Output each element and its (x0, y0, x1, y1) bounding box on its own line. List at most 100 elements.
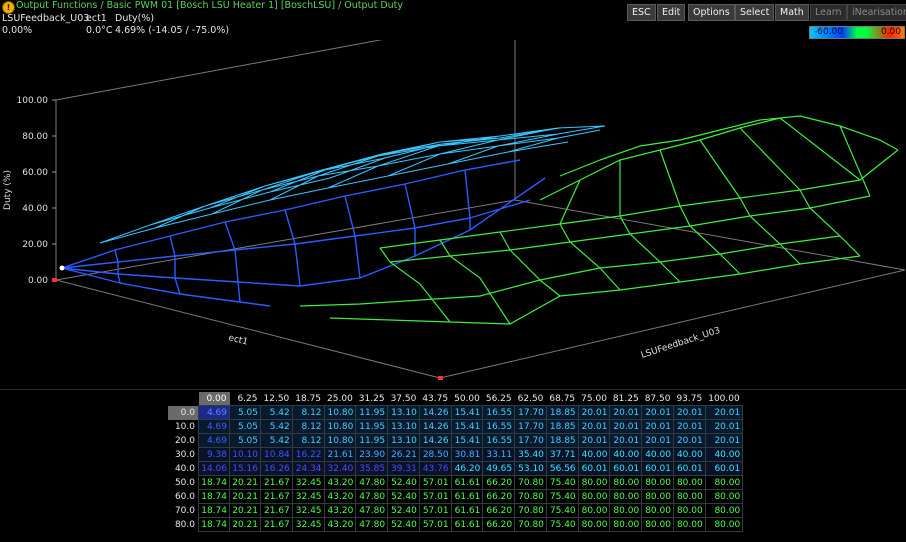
table-cell[interactable]: 18.74 (198, 475, 230, 490)
table-cell[interactable]: 20.21 (229, 489, 261, 504)
table-cell[interactable]: 11.95 (355, 405, 389, 420)
table-cell[interactable]: 20.01 (704, 405, 744, 420)
table-cell[interactable]: 47.80 (355, 503, 389, 518)
table-cell[interactable]: 11.95 (355, 433, 389, 448)
row-header[interactable]: 70.0 (168, 504, 199, 518)
column-header[interactable]: 100.00 (705, 392, 743, 406)
column-header[interactable]: 68.75 (546, 392, 578, 406)
table-cell[interactable]: 57.01 (418, 503, 452, 518)
table-cell[interactable]: 20.01 (609, 433, 643, 448)
table-cell[interactable]: 70.80 (514, 517, 547, 532)
table-cell[interactable]: 28.50 (418, 447, 452, 462)
table-cell[interactable]: 20.01 (672, 405, 706, 420)
column-header[interactable]: 81.25 (610, 392, 642, 406)
table-cell[interactable]: 14.26 (418, 433, 452, 448)
table-cell[interactable]: 5.42 (260, 433, 293, 448)
table-cell[interactable]: 75.40 (545, 517, 579, 532)
table-cell[interactable]: 80.00 (641, 517, 674, 532)
table-cell[interactable]: 35.85 (355, 461, 389, 476)
table-cell[interactable]: 13.10 (387, 433, 420, 448)
column-header[interactable]: 56.25 (483, 392, 515, 406)
column-header[interactable]: 18.75 (292, 392, 324, 406)
table-cell[interactable]: 16.55 (482, 405, 516, 420)
table-cell[interactable]: 16.26 (260, 461, 293, 476)
table-cell[interactable]: 80.00 (641, 475, 674, 490)
edit-button[interactable]: Edit (657, 4, 686, 21)
table-cell[interactable]: 4.69 (198, 405, 230, 420)
table-cell[interactable]: 80.00 (641, 489, 674, 504)
table-cell[interactable]: 20.01 (577, 419, 611, 434)
table-cell[interactable]: 43.76 (418, 461, 452, 476)
surface-3d-plot[interactable]: 100.00 80.00 60.00 40.00 20.00 0.00 Duty… (0, 40, 906, 389)
table-cell[interactable]: 20.01 (672, 433, 706, 448)
table-cell[interactable]: 18.74 (198, 517, 230, 532)
table-cell[interactable]: 32.45 (291, 517, 325, 532)
table-cell[interactable]: 49.65 (482, 461, 516, 476)
table-cell[interactable]: 80.00 (577, 517, 611, 532)
table-cell[interactable]: 60.01 (704, 461, 744, 476)
table-cell[interactable]: 80.00 (577, 503, 611, 518)
table-cell[interactable]: 17.70 (514, 405, 547, 420)
row-header[interactable]: 40.0 (168, 462, 199, 476)
table-cell[interactable]: 20.21 (229, 517, 261, 532)
column-header[interactable]: 62.50 (515, 392, 547, 406)
column-header[interactable]: 31.25 (356, 392, 388, 406)
table-cell[interactable]: 56.56 (545, 461, 579, 476)
table-cell[interactable]: 10.84 (260, 447, 293, 462)
table-cell[interactable]: 80.00 (672, 489, 706, 504)
column-header[interactable]: 50.00 (451, 392, 483, 406)
row-header[interactable]: 10.0 (168, 420, 199, 434)
table-cell[interactable]: 80.00 (609, 475, 643, 490)
table-cell[interactable]: 20.01 (609, 419, 643, 434)
table-cell[interactable]: 17.70 (514, 433, 547, 448)
table-cell[interactable]: 32.45 (291, 475, 325, 490)
table-cell[interactable]: 75.40 (545, 475, 579, 490)
table-cell[interactable]: 61.61 (450, 517, 484, 532)
table-cell[interactable]: 70.80 (514, 489, 547, 504)
table-cell[interactable]: 40.00 (609, 447, 643, 462)
table-cell[interactable]: 80.00 (704, 475, 744, 490)
table-cell[interactable]: 80.00 (577, 475, 611, 490)
table-cell[interactable]: 26.21 (387, 447, 420, 462)
table-cell[interactable]: 66.20 (482, 503, 516, 518)
table-cell[interactable]: 10.80 (323, 433, 357, 448)
table-cell[interactable]: 8.12 (291, 405, 325, 420)
table-cell[interactable]: 5.42 (260, 419, 293, 434)
table-cell[interactable]: 60.01 (641, 461, 674, 476)
table-cell[interactable]: 40.00 (577, 447, 611, 462)
table-cell[interactable]: 20.21 (229, 503, 261, 518)
table-cell[interactable]: 8.12 (291, 419, 325, 434)
table-cell[interactable]: 20.01 (641, 405, 674, 420)
table-cell[interactable]: 80.00 (704, 517, 744, 532)
table-cell[interactable]: 43.20 (323, 475, 357, 490)
table-cell[interactable]: 23.90 (355, 447, 389, 462)
table-cell[interactable]: 18.74 (198, 489, 230, 504)
table-cell[interactable]: 20.01 (577, 405, 611, 420)
table-cell[interactable]: 57.01 (418, 475, 452, 490)
table-cell[interactable]: 16.22 (291, 447, 325, 462)
table-cell[interactable]: 32.40 (323, 461, 357, 476)
table-cell[interactable]: 35.40 (514, 447, 547, 462)
table-cell[interactable]: 52.40 (387, 475, 420, 490)
table-cell[interactable]: 32.45 (291, 489, 325, 504)
table-cell[interactable]: 5.05 (229, 405, 261, 420)
column-header[interactable]: 87.50 (642, 392, 674, 406)
table-cell[interactable]: 5.05 (229, 433, 261, 448)
column-header[interactable]: 93.75 (673, 392, 705, 406)
table-cell[interactable]: 18.85 (545, 405, 579, 420)
table-cell[interactable]: 75.40 (545, 503, 579, 518)
table-cell[interactable]: 20.01 (641, 433, 674, 448)
esc-button[interactable]: ESC (627, 4, 656, 21)
table-cell[interactable]: 21.67 (260, 503, 293, 518)
table-cell[interactable]: 11.95 (355, 419, 389, 434)
table-cell[interactable]: 13.10 (387, 419, 420, 434)
table-cell[interactable]: 8.12 (291, 433, 325, 448)
table-cell[interactable]: 5.42 (260, 405, 293, 420)
linearisation-button[interactable]: iNearisation (847, 4, 906, 21)
table-cell[interactable]: 37.71 (545, 447, 579, 462)
table-cell[interactable]: 15.41 (450, 433, 484, 448)
table-cell[interactable]: 80.00 (577, 489, 611, 504)
table-cell[interactable]: 80.00 (672, 475, 706, 490)
row-header[interactable]: 20.0 (168, 434, 199, 448)
table-cell[interactable]: 66.20 (482, 517, 516, 532)
